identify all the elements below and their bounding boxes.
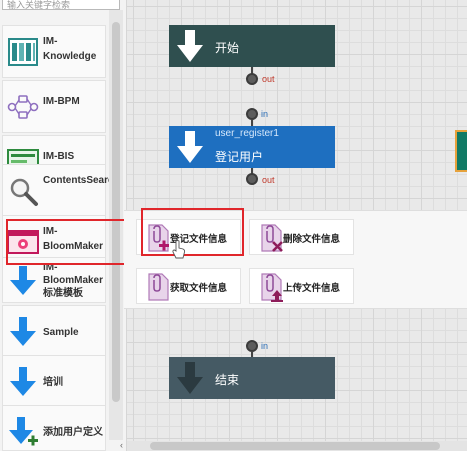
register-node-in-port[interactable] (246, 108, 258, 120)
start-node-out-port[interactable] (246, 73, 258, 85)
register-node-label: 登记用户 (215, 150, 264, 164)
end-node-in-label: in (261, 341, 269, 351)
popup-item-label: 删除文件信息 (283, 234, 341, 245)
highlight-popup-item (141, 208, 244, 256)
start-node-out-label: out (262, 74, 275, 84)
popup-item-upload-file-info[interactable]: 上传文件信息 (249, 268, 354, 304)
partial-node-right-edge[interactable] (455, 130, 467, 172)
popup-item-label: 获取文件信息 (170, 283, 228, 294)
arrow-down-icon (10, 367, 36, 396)
palette-item-sample[interactable]: Sample (2, 305, 106, 358)
arrow-down-icon (10, 317, 36, 346)
arrow-down-icon (177, 30, 203, 62)
palette-item-label: IM-BIS (43, 151, 75, 162)
canvas-horizontal-scrollbar-thumb[interactable] (150, 442, 440, 450)
arrow-down-icon (10, 266, 36, 295)
palette-item-label: 培训 (43, 377, 63, 388)
end-node-label: 结束 (215, 373, 240, 387)
palette-item-label: ContentsSearch (43, 175, 120, 186)
arrow-down-icon (177, 131, 203, 163)
register-node-in-label: in (261, 109, 269, 119)
highlight-selected-palette-item (6, 219, 126, 265)
hand-cursor-icon (172, 240, 186, 259)
palette-item-label: IM-BloomMaker 标准模板 (43, 262, 104, 299)
file-upload-icon (261, 273, 283, 302)
register-node-id: user_register1 (215, 128, 279, 139)
palette-scrollbar-thumb[interactable] (112, 22, 120, 402)
register-node-out-port[interactable] (246, 173, 258, 185)
arrow-down-icon (177, 362, 203, 394)
register-node-out-label: out (262, 175, 275, 185)
palette-item-label: Sample (43, 327, 79, 338)
end-node[interactable]: 结束 (169, 357, 335, 399)
file-get-icon (148, 273, 169, 301)
palette-item-label: IM-Knowledge (43, 36, 97, 62)
popup-item-delete-file-info[interactable]: 删除文件信息 (249, 219, 354, 255)
palette-item-im-bpm[interactable]: IM-BPM (2, 80, 106, 133)
palette-item-label: 添加用户定义 (43, 427, 103, 438)
palette-item-add-user-definition[interactable]: 添加用户定义 (2, 405, 106, 451)
start-node-label: 开始 (215, 41, 240, 55)
file-delete-icon (261, 224, 283, 252)
start-node[interactable]: 开始 (169, 25, 335, 67)
bpm-flow-icon (7, 95, 39, 119)
scroll-left-icon[interactable]: ‹ (116, 440, 126, 451)
knowledge-icon (8, 38, 38, 66)
palette-search-input[interactable]: 输入关键字检索 (2, 0, 120, 10)
palette-item-training[interactable]: 培训 (2, 355, 106, 408)
arrow-down-plus-icon (9, 417, 38, 446)
popup-item-get-file-info[interactable]: 获取文件信息 (136, 268, 241, 304)
end-node-in-port[interactable] (246, 340, 258, 352)
palette-item-contents-search[interactable]: ContentsSearch (2, 164, 120, 217)
register-user-node[interactable]: user_register1 登记用户 (169, 126, 335, 168)
popup-item-label: 上传文件信息 (283, 283, 341, 294)
palette-item-im-knowledge[interactable]: IM-Knowledge (2, 25, 106, 78)
magnifier-icon (10, 178, 38, 206)
palette-item-label: IM-BPM (43, 96, 80, 107)
